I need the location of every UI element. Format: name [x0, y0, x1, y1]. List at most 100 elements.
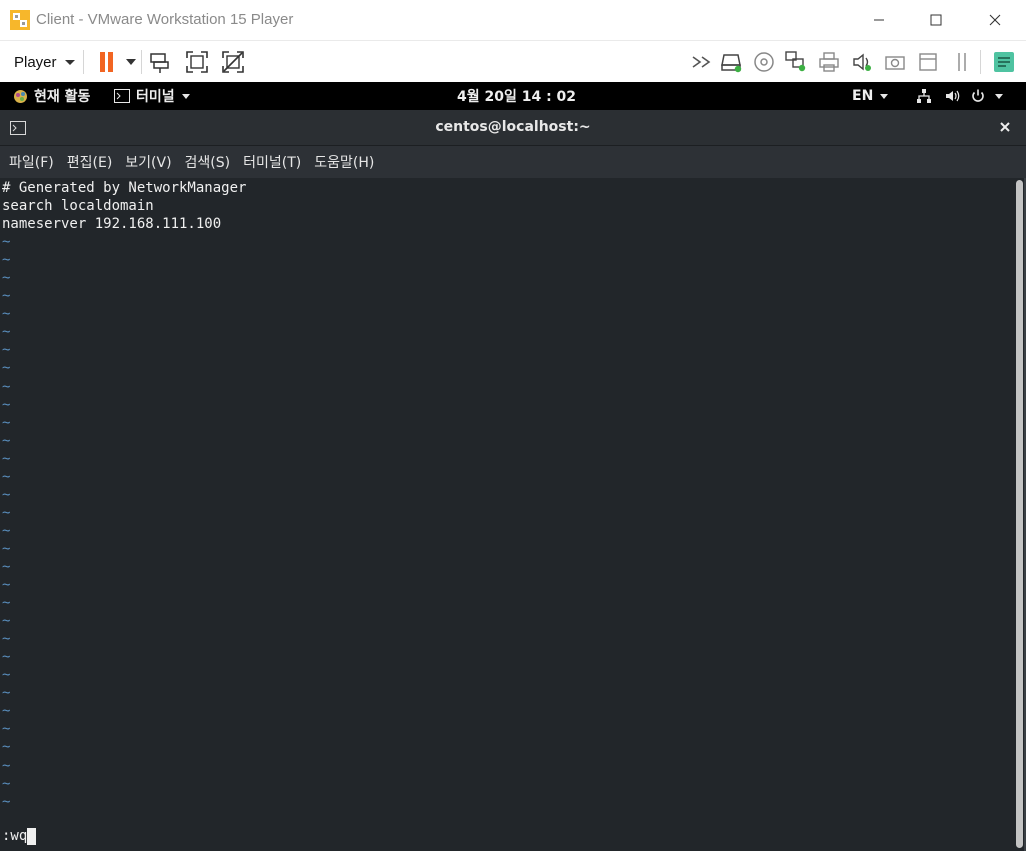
- network-wired-icon: [917, 89, 931, 103]
- buffer-line: search localdomain: [2, 198, 154, 215]
- menu-view[interactable]: 보기(V): [120, 152, 176, 172]
- empty-line-marker: ~: [2, 540, 11, 557]
- floppy-button[interactable]: [915, 49, 941, 75]
- cd-dvd-button[interactable]: [751, 49, 777, 75]
- hard-disk-button[interactable]: [718, 49, 744, 75]
- forward-icon: [692, 56, 711, 68]
- player-menu-button[interactable]: Player: [6, 48, 83, 76]
- message-log-icon: [994, 52, 1014, 72]
- chevron-down-icon: [880, 93, 889, 99]
- empty-line-marker: ~: [2, 504, 11, 521]
- empty-line-marker: ~: [2, 378, 11, 395]
- empty-line-marker: ~: [2, 685, 11, 702]
- language-label: EN: [852, 88, 874, 104]
- floppy-icon: [919, 53, 937, 71]
- printer-button[interactable]: [816, 49, 842, 75]
- empty-line-marker: ~: [2, 450, 11, 467]
- clock-label: 4월 20일 14 : 02: [457, 89, 577, 105]
- fullscreen-icon: [186, 51, 208, 73]
- hard-disk-icon: [721, 54, 742, 73]
- vmware-toolbar: Player: [0, 40, 1026, 82]
- empty-line-marker: ~: [2, 739, 11, 756]
- empty-line-marker: ~: [2, 306, 11, 323]
- minimize-icon: [874, 19, 884, 21]
- empty-line-marker: ~: [2, 577, 11, 594]
- forward-button[interactable]: [689, 49, 715, 75]
- chevron-down-icon: [64, 59, 75, 65]
- terminal-body[interactable]: # Generated by NetworkManager search loc…: [0, 178, 1026, 851]
- terminal-headerbar: centos@localhost:~: [0, 110, 1026, 146]
- close-icon: [1000, 122, 1010, 132]
- menu-search[interactable]: 검색(S): [180, 152, 236, 172]
- empty-line-marker: ~: [2, 522, 11, 539]
- network-adapter-icon: [785, 51, 806, 72]
- vim-command-line[interactable]: :wq: [2, 827, 37, 845]
- empty-line-marker: ~: [2, 432, 11, 449]
- network-adapter-button[interactable]: [783, 49, 809, 75]
- empty-line-marker: ~: [2, 288, 11, 305]
- maximize-button[interactable]: [913, 0, 959, 40]
- menu-terminal[interactable]: 터미널(T): [238, 152, 306, 172]
- menu-help[interactable]: 도움말(H): [309, 152, 379, 172]
- pause-button[interactable]: [93, 49, 119, 75]
- gnome-top-bar: 현재 활동 터미널 4월 20일 14 : 02 EN: [0, 82, 1026, 110]
- empty-line-marker: ~: [2, 631, 11, 648]
- toolbar-divider: [980, 50, 981, 74]
- chevron-down-icon: [995, 93, 1003, 99]
- empty-line-marker: ~: [2, 793, 11, 810]
- vmware-titlebar: Client - VMware Workstation 15 Player: [0, 0, 1026, 40]
- input-source-button[interactable]: EN: [852, 82, 889, 110]
- menu-edit[interactable]: 편집(E): [62, 152, 118, 172]
- terminal-menubar: 파일(F) 편집(E) 보기(V) 검색(S) 터미널(T) 도움말(H): [0, 146, 1026, 178]
- window-title: Client - VMware Workstation 15 Player: [36, 11, 294, 28]
- close-button[interactable]: [972, 0, 1018, 40]
- terminal-close-button[interactable]: [996, 118, 1014, 136]
- player-menu-label: Player: [14, 53, 57, 71]
- buffer-line: # Generated by NetworkManager: [2, 180, 247, 196]
- toolbar-divider: [141, 50, 142, 74]
- chevron-down-icon: [126, 59, 136, 65]
- volume-icon: [946, 90, 960, 102]
- sound-button[interactable]: [849, 49, 875, 75]
- app-menu-button[interactable]: 터미널: [114, 82, 190, 110]
- terminal-app-icon: [114, 89, 130, 103]
- vmware-logo-icon: [10, 10, 30, 30]
- empty-line-marker: ~: [2, 703, 11, 720]
- empty-line-marker: ~: [2, 667, 11, 684]
- close-icon: [989, 14, 1001, 26]
- terminal-buffer: # Generated by NetworkManager search loc…: [2, 179, 246, 811]
- empty-line-marker: ~: [2, 757, 11, 774]
- empty-line-marker: ~: [2, 486, 11, 503]
- empty-line-marker: ~: [2, 360, 11, 377]
- clock[interactable]: 4월 20일 14 : 02: [457, 82, 576, 110]
- empty-line-marker: ~: [2, 613, 11, 630]
- empty-line-marker: ~: [2, 324, 11, 341]
- terminal-scrollbar[interactable]: [1016, 180, 1023, 848]
- maximize-icon: [930, 14, 942, 26]
- unity-button[interactable]: [220, 49, 246, 75]
- power-icon: [972, 89, 984, 102]
- camera-icon: [885, 56, 905, 70]
- terminal-title: centos@localhost:~: [435, 119, 591, 135]
- toolbar-divider: [83, 50, 84, 74]
- menu-file[interactable]: 파일(F): [4, 152, 59, 172]
- vim-command-text: :wq: [2, 828, 28, 844]
- empty-line-marker: ~: [2, 775, 11, 792]
- activities-label: 현재 활동: [34, 89, 91, 105]
- text-cursor: [27, 827, 37, 845]
- message-log-button[interactable]: [991, 49, 1017, 75]
- usb-button[interactable]: [949, 49, 975, 75]
- empty-line-marker: ~: [2, 396, 11, 413]
- pause-icon: [100, 52, 113, 72]
- fullscreen-button[interactable]: [184, 49, 210, 75]
- empty-line-marker: ~: [2, 252, 11, 269]
- activities-button[interactable]: 현재 활동: [13, 82, 90, 110]
- send-ctrl-alt-del-button[interactable]: [147, 49, 173, 75]
- system-status-menu[interactable]: [916, 82, 1003, 110]
- camera-button[interactable]: [882, 49, 908, 75]
- app-menu-label: 터미널: [136, 89, 175, 105]
- empty-line-marker: ~: [2, 558, 11, 575]
- minimize-button[interactable]: [856, 0, 902, 40]
- gnome-foot-icon: [14, 89, 27, 103]
- buffer-line: nameserver 192.168.111.100: [2, 216, 222, 233]
